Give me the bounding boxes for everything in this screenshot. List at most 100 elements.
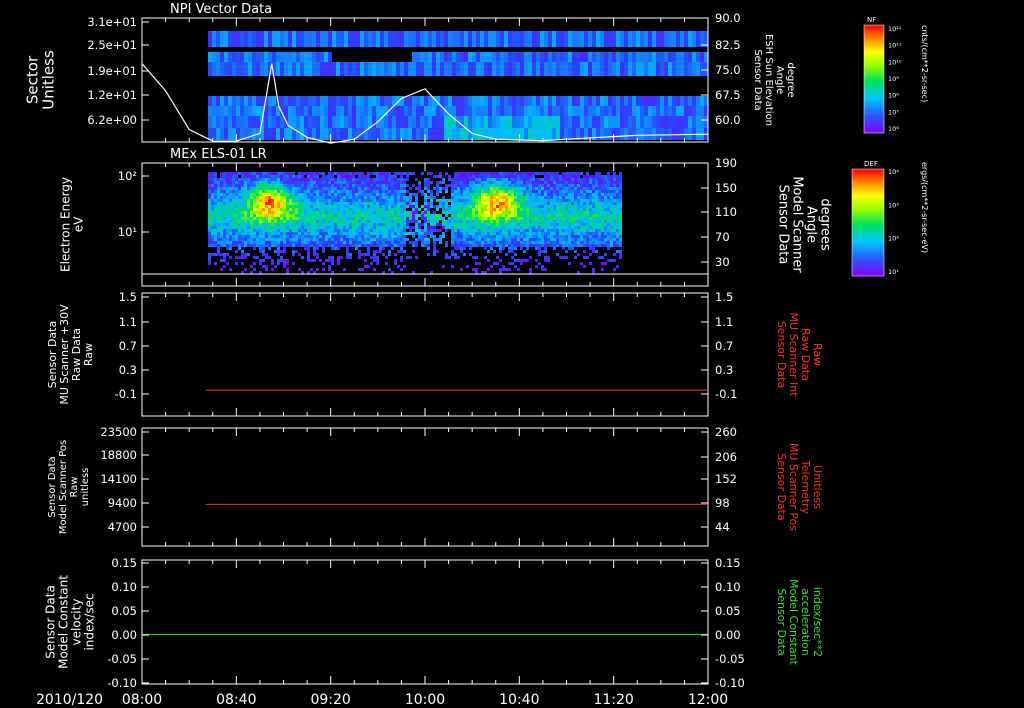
spectrogram-cell: [460, 187, 463, 190]
spectrogram-cell: [610, 199, 613, 202]
spectrogram-cell: [268, 193, 271, 196]
spectrogram-cell: [300, 62, 304, 76]
spectrogram-cell: [328, 214, 331, 217]
spectrogram-cell: [316, 268, 319, 271]
spectrogram-cell: [400, 205, 403, 208]
spectrogram-cell: [523, 220, 526, 223]
spectrogram-cell: [544, 238, 547, 241]
spectrogram-cell: [488, 96, 492, 106]
spectrogram-cell: [672, 96, 676, 106]
spectrogram-cell: [505, 253, 508, 256]
spectrogram-cell: [280, 220, 283, 223]
spectrogram-cell: [286, 178, 289, 181]
spectrogram-cell: [664, 62, 668, 76]
spectrogram-cell: [337, 244, 340, 247]
spectrogram-cell: [244, 217, 247, 220]
spectrogram-cell: [544, 62, 548, 76]
spectrogram-cell: [475, 262, 478, 265]
spectrogram-cell: [564, 96, 568, 106]
spectrogram-cell: [478, 220, 481, 223]
spectrogram-cell: [540, 106, 544, 116]
spectrogram-cell: [523, 190, 526, 193]
spectrogram-cell: [583, 232, 586, 235]
spectrogram-cell: [385, 208, 388, 211]
spectrogram-cell: [253, 208, 256, 211]
spectrogram-cell: [268, 247, 271, 250]
spectrogram-cell: [612, 116, 616, 128]
spectrogram-cell: [505, 175, 508, 178]
spectrogram-cell: [592, 235, 595, 238]
spectrogram-cell: [538, 244, 541, 247]
spectrogram-cell: [343, 232, 346, 235]
spectrogram-cell: [211, 199, 214, 202]
spectrogram-cell: [544, 211, 547, 214]
spectrogram-cell: [304, 199, 307, 202]
spectrogram-cell: [448, 211, 451, 214]
ytick-label: 0.3: [119, 363, 137, 377]
spectrogram-cell: [310, 226, 313, 229]
spectrogram-cell: [296, 96, 300, 106]
spectrogram-cell: [532, 211, 535, 214]
spectrogram-cell: [334, 232, 337, 235]
spectrogram-cell: [553, 187, 556, 190]
panel3-left-axis-label: Sensor Data MU Scanner +30V Raw Data Raw: [46, 304, 95, 405]
spectrogram-cell: [344, 116, 348, 128]
spectrogram-cell: [418, 181, 421, 184]
spectrogram-cell: [577, 217, 580, 220]
spectrogram-cell: [346, 250, 349, 253]
spectrogram-cell: [286, 196, 289, 199]
spectrogram-cell: [490, 217, 493, 220]
spectrogram-cell: [238, 226, 241, 229]
spectrogram-cell: [484, 256, 487, 259]
spectrogram-cell: [211, 241, 214, 244]
spectrogram-cell: [535, 190, 538, 193]
spectrogram-cell: [250, 202, 253, 205]
spectrogram-cell: [619, 184, 622, 187]
spectrogram-cell: [379, 175, 382, 178]
spectrogram-cell: [580, 178, 583, 181]
spectrogram-cell: [384, 96, 388, 106]
spectrogram-cell: [427, 253, 430, 256]
spectrogram-cell: [598, 232, 601, 235]
spectrogram-cell: [616, 223, 619, 226]
panel-mex-els: MEx ELS-01 LR 10²10¹ 1901501107030 Elect…: [59, 147, 832, 287]
spectrogram-cell: [355, 214, 358, 217]
spectrogram-cell: [493, 235, 496, 238]
spectrogram-cell: [439, 238, 442, 241]
spectrogram-cell: [322, 244, 325, 247]
spectrogram-cell: [604, 229, 607, 232]
spectrogram-cell: [265, 202, 268, 205]
spectrogram-cell: [445, 220, 448, 223]
spectrogram-cell: [343, 268, 346, 271]
spectrogram-cell: [601, 262, 604, 265]
spectrogram-cell: [289, 229, 292, 232]
right-label-line: Raw: [811, 343, 824, 366]
spectrogram-cell: [589, 217, 592, 220]
spectrogram-cell: [520, 226, 523, 229]
spectrogram-cell: [259, 226, 262, 229]
spectrogram-cell: [352, 244, 355, 247]
left-label-line: Raw: [69, 476, 80, 497]
spectrogram-cell: [565, 238, 568, 241]
spectrogram-cell: [480, 116, 484, 128]
spectrogram-cell: [680, 116, 684, 128]
spectrogram-cell: [668, 62, 672, 76]
spectrogram-cell: [403, 184, 406, 187]
spectrogram-cell: [325, 259, 328, 262]
spectrogram-cell: [535, 223, 538, 226]
spectrogram-cell: [376, 205, 379, 208]
spectrogram-cell: [265, 187, 268, 190]
spectrogram-cell: [304, 187, 307, 190]
spectrogram-cell: [208, 214, 211, 217]
spectrogram-cell: [568, 205, 571, 208]
spectrogram-cell: [556, 31, 560, 47]
spectrogram-cell: [592, 190, 595, 193]
spectrogram-cell: [583, 250, 586, 253]
spectrogram-cell: [313, 202, 316, 205]
spectrogram-cell: [412, 250, 415, 253]
spectrogram-cell: [520, 262, 523, 265]
spectrogram-cell: [262, 208, 265, 211]
spectrogram-cell: [358, 250, 361, 253]
spectrogram-cell: [652, 128, 656, 140]
spectrogram-cell: [344, 128, 348, 140]
